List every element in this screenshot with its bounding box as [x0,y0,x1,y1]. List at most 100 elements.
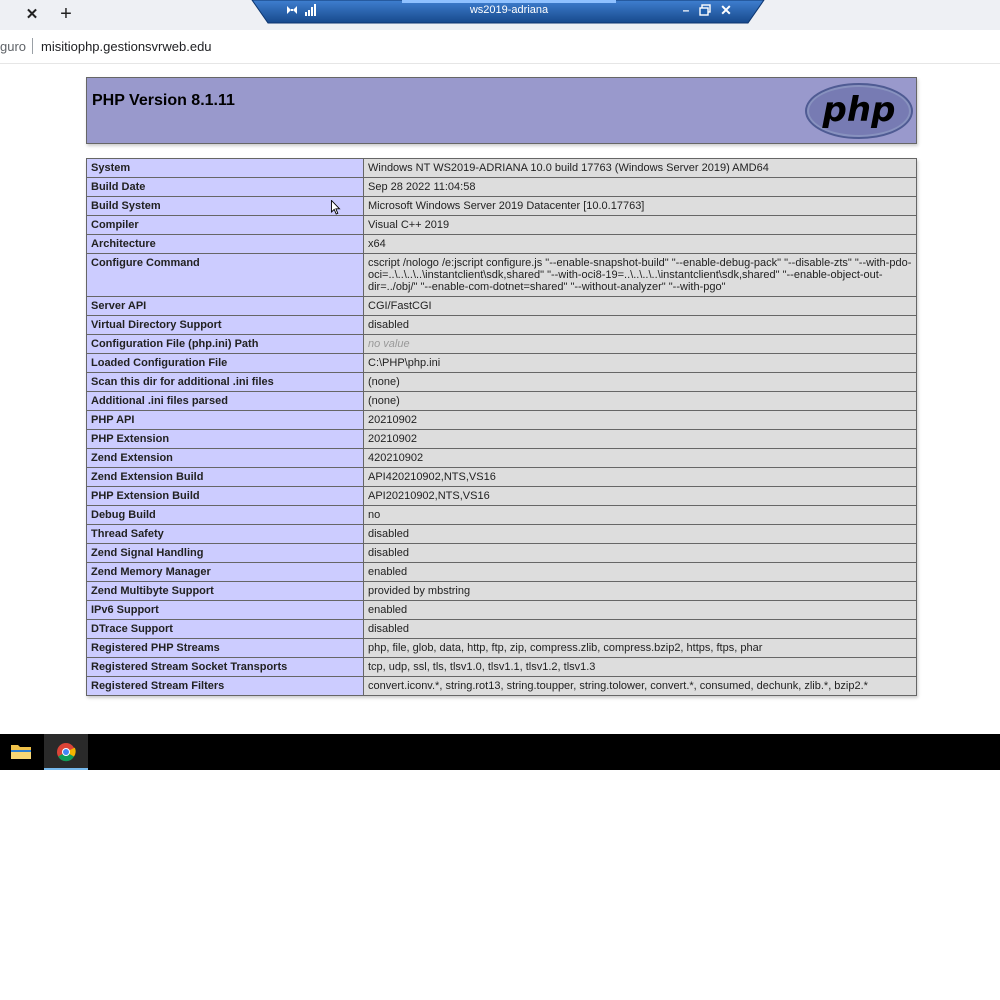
php-logo-text: php [822,90,896,130]
table-row: Build Date Sep 28 2022 11:04:58 [86,177,917,197]
pin-icon[interactable] [286,4,298,16]
row-key: Debug Build [86,505,364,525]
row-value: 20210902 [363,429,917,449]
row-value: disabled [363,619,917,639]
row-key: IPv6 Support [86,600,364,620]
remote-session-title: ws2019-adriana [469,4,549,16]
row-value: API420210902,NTS,VS16 [363,467,917,487]
table-row: PHP API 20210902 [86,410,917,430]
table-row: Debug Build no [86,505,917,525]
row-value: provided by mbstring [363,581,917,601]
row-value: cscript /nologo /e:jscript configure.js … [363,253,917,297]
row-value: convert.iconv.*, string.rot13, string.to… [363,676,917,696]
table-row: PHP Extension 20210902 [86,429,917,449]
table-row: Architecture x64 [86,234,917,254]
table-row: Configuration File (php.ini) Path no valu… [86,334,917,354]
table-row: Zend Extension Build API420210902,NTS,VS1… [86,467,917,487]
folder-icon [11,745,31,759]
row-value: 420210902 [363,448,917,468]
restore-icon[interactable] [699,4,711,16]
row-key: Thread Safety [86,524,364,544]
table-row: Virtual Directory Support disabled [86,315,917,335]
connection-signal-icon[interactable] [304,4,318,16]
table-row: Configure Command cscript /nologo /e:jscr… [86,253,917,297]
row-value: Sep 28 2022 11:04:58 [363,177,917,197]
row-key: Zend Signal Handling [86,543,364,563]
table-row: Registered Stream Socket Transports tcp, … [86,657,917,677]
php-version-header: PHP Version 8.1.11 php [86,77,917,144]
table-row: IPv6 Support enabled [86,600,917,620]
row-key: Configure Command [86,253,364,297]
row-value: C:\PHP\php.ini [363,353,917,373]
row-key: Zend Extension Build [86,467,364,487]
security-status-label[interactable]: guro [0,39,26,54]
table-row: Server API CGI/FastCGI [86,296,917,316]
row-value: disabled [363,315,917,335]
row-value: Windows NT WS2019-ADRIANA 10.0 build 177… [363,158,917,178]
row-value: (none) [363,372,917,392]
row-key: PHP Extension [86,429,364,449]
php-info-table: System Windows NT WS2019-ADRIANA 10.0 bui… [86,158,917,696]
row-value: enabled [363,600,917,620]
table-row: Additional .ini files parsed (none) [86,391,917,411]
table-row: Build System Microsoft Windows Server 201… [86,196,917,216]
row-value: tcp, udp, ssl, tls, tlsv1.0, tlsv1.1, tl… [363,657,917,677]
row-value: disabled [363,543,917,563]
table-row: Loaded Configuration File C:\PHP\php.ini [86,353,917,373]
table-row: Zend Extension 420210902 [86,448,917,468]
row-value: no [363,505,917,525]
row-key: Build Date [86,177,364,197]
row-key: Zend Multibyte Support [86,581,364,601]
table-row: Thread Safety disabled [86,524,917,544]
row-key: Registered Stream Socket Transports [86,657,364,677]
row-key: Registered PHP Streams [86,638,364,658]
table-row: Zend Multibyte Support provided by mbstri… [86,581,917,601]
row-key: Configuration File (php.ini) Path [86,334,364,354]
table-row: DTrace Support disabled [86,619,917,639]
row-key: Architecture [86,234,364,254]
php-logo-icon: php [805,83,913,139]
table-row: System Windows NT WS2019-ADRIANA 10.0 bui… [86,158,917,178]
row-value: CGI/FastCGI [363,296,917,316]
address-bar[interactable]: guro misitiophp.gestionsvrweb.edu [0,30,1000,64]
row-value: (none) [363,391,917,411]
minimize-icon[interactable]: – [680,3,692,17]
table-row: Zend Memory Manager enabled [86,562,917,582]
table-row: Registered Stream Filters convert.iconv.*… [86,676,917,696]
row-key: PHP API [86,410,364,430]
row-value: enabled [363,562,917,582]
address-separator [32,38,33,54]
row-key: Compiler [86,215,364,235]
url-text[interactable]: misitiophp.gestionsvrweb.edu [41,39,212,54]
row-value: API20210902,NTS,VS16 [363,486,917,506]
row-key: Virtual Directory Support [86,315,364,335]
row-key: Zend Memory Manager [86,562,364,582]
taskbar [0,734,1000,770]
page-title: PHP Version 8.1.11 [92,92,235,109]
row-key: Zend Extension [86,448,364,468]
table-row: Zend Signal Handling disabled [86,543,917,563]
taskbar-file-explorer[interactable] [0,734,42,770]
taskbar-chrome[interactable] [44,734,88,770]
table-row: PHP Extension Build API20210902,NTS,VS16 [86,486,917,506]
row-value: Visual C++ 2019 [363,215,917,235]
table-row: Scan this dir for additional .ini files(… [86,372,917,392]
row-value: disabled [363,524,917,544]
row-value: php, file, glob, data, http, ftp, zip, c… [363,638,917,658]
row-key: PHP Extension Build [86,486,364,506]
close-session-icon[interactable]: ✕ [719,2,733,18]
mouse-cursor-icon [331,200,341,215]
row-key: Build System [86,196,364,216]
chrome-icon [57,743,76,762]
row-key: Loaded Configuration File [86,353,364,373]
row-key: System [86,158,364,178]
row-value: no value [363,334,917,354]
row-value: Microsoft Windows Server 2019 Datacenter… [363,196,917,216]
table-row: Compiler Visual C++ 2019 [86,215,917,235]
row-key: Additional .ini files parsed [86,391,364,411]
table-row: Registered PHP Streams php, file, glob, d… [86,638,917,658]
row-value: 20210902 [363,410,917,430]
row-key: Registered Stream Filters [86,676,364,696]
row-key: Server API [86,296,364,316]
row-key: Scan this dir for additional .ini files [86,372,364,392]
